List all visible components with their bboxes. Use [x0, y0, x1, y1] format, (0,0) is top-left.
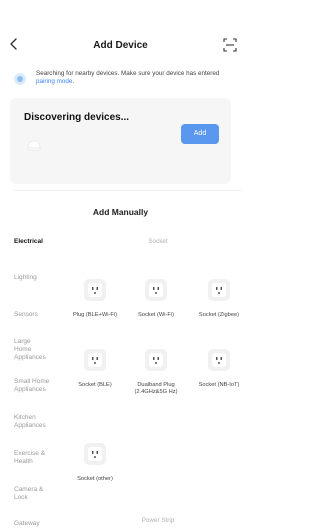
device-socket-other[interactable]: Socket (other) — [65, 442, 125, 483]
socket-icon — [208, 349, 230, 371]
discovering-card: Discovering devices... Add — [10, 98, 231, 184]
device-name: Plug (BLE+Wi-Fi) — [72, 312, 118, 318]
notice-message: Searching for nearby devices. Make sure … — [36, 70, 220, 77]
searching-notice: Searching for nearby devices. Make sure … — [14, 70, 234, 92]
sidebar-item-sensors[interactable]: Sensors — [14, 311, 66, 319]
page-title: Add Device — [93, 40, 148, 51]
device-name: Socket (BLE) — [78, 382, 112, 388]
device-name: Dualband Plug (2.4GHz&5G Hz) — [134, 382, 178, 395]
add-manually-heading: Add Manually — [92, 207, 149, 217]
socket-category-label: Socket — [148, 238, 168, 245]
sidebar-item-kitchen-appliances[interactable]: Kitchen Appliances — [14, 414, 54, 430]
device-plug-ble-wifi[interactable]: Plug (BLE+Wi-Fi) — [65, 278, 125, 319]
socket-icon — [145, 279, 167, 301]
notice-text: Searching for nearby devices. Make sure … — [36, 70, 236, 86]
device-name: Socket (Zigbee) — [198, 312, 240, 318]
socket-icon — [84, 279, 106, 301]
power-strip-category-label: Power Strip — [141, 517, 175, 524]
sidebar-item-lighting[interactable]: Lighting — [14, 274, 66, 282]
device-socket-ble[interactable]: Socket (BLE) — [65, 348, 125, 389]
top-bar: Add Device — [0, 0, 241, 52]
device-socket-wifi[interactable]: Socket (Wi-Fi) — [126, 278, 186, 319]
add-button[interactable]: Add — [181, 124, 219, 144]
socket-icon — [84, 349, 106, 371]
device-name: Socket (NB-IoT) — [198, 382, 240, 388]
sidebar-item-small-home-appliances[interactable]: Small Home Appliances — [14, 378, 68, 394]
pairing-mode-link[interactable]: pairing mode — [36, 78, 72, 85]
sidebar-item-large-home-appliances[interactable]: Large Home Appliances — [14, 338, 46, 362]
notice-suffix: . — [72, 78, 75, 85]
sidebar-item-electrical[interactable]: Electrical — [14, 238, 66, 246]
device-name: Socket (other) — [77, 476, 113, 482]
device-socket-nb-iot[interactable]: Socket (NB-IoT) — [189, 348, 249, 389]
scan-icon[interactable] — [223, 38, 237, 52]
socket-icon — [84, 443, 106, 465]
device-icon — [27, 140, 41, 151]
bluetooth-search-icon — [14, 73, 26, 85]
sidebar-item-exercise-health[interactable]: Exercise & Health — [14, 450, 54, 466]
sidebar-item-gateway[interactable]: Gateway — [14, 520, 66, 528]
sidebar-item-camera-lock[interactable]: Camera & Lock — [14, 486, 54, 502]
socket-icon — [145, 349, 167, 371]
device-socket-zigbee[interactable]: Socket (Zigbee) — [189, 278, 249, 319]
device-dualband-plug[interactable]: Dualband Plug (2.4GHz&5G Hz) — [126, 348, 186, 396]
discovering-title: Discovering devices... — [24, 112, 130, 123]
socket-icon — [208, 279, 230, 301]
device-name: Socket (Wi-Fi) — [137, 312, 175, 318]
divider — [14, 190, 241, 191]
